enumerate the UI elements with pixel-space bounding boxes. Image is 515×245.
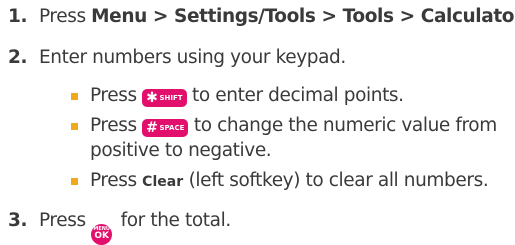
square-bullet-icon xyxy=(71,123,78,130)
menu-path: Menu > Settings/Tools > Tools > Calculat… xyxy=(91,6,515,27)
bullet-text: Press Clear (left softkey) to clear all … xyxy=(90,170,489,191)
step-number: 1. xyxy=(8,6,28,27)
step-text: Press Menu > Settings/Tools > Tools > Ca… xyxy=(39,5,515,29)
bullet-text: Press # SPACE to change the numeric value… xyxy=(90,115,497,137)
bullet-continuation: positive to negative. xyxy=(90,140,272,161)
star-shift-key-icon: ✱ SHIFT xyxy=(142,89,187,107)
step-number: 3. xyxy=(8,210,28,231)
pound-space-key-icon: # SPACE xyxy=(142,119,189,137)
step-text: Enter numbers using your keypad. xyxy=(39,47,346,68)
menu-ok-button-icon: MENU OK xyxy=(91,223,113,245)
instruction-document: 1. Press Menu > Settings/Tools > Tools >… xyxy=(0,0,515,245)
step-prefix: Press xyxy=(39,6,92,27)
step-text: Press MENU OK for the total. xyxy=(39,209,231,245)
step-number: 2. xyxy=(8,47,28,68)
square-bullet-icon xyxy=(71,178,78,185)
clear-softkey-label: Clear xyxy=(142,174,184,190)
bullet-text: Press ✱ SHIFT to enter decimal points. xyxy=(90,85,404,107)
square-bullet-icon xyxy=(71,93,78,100)
